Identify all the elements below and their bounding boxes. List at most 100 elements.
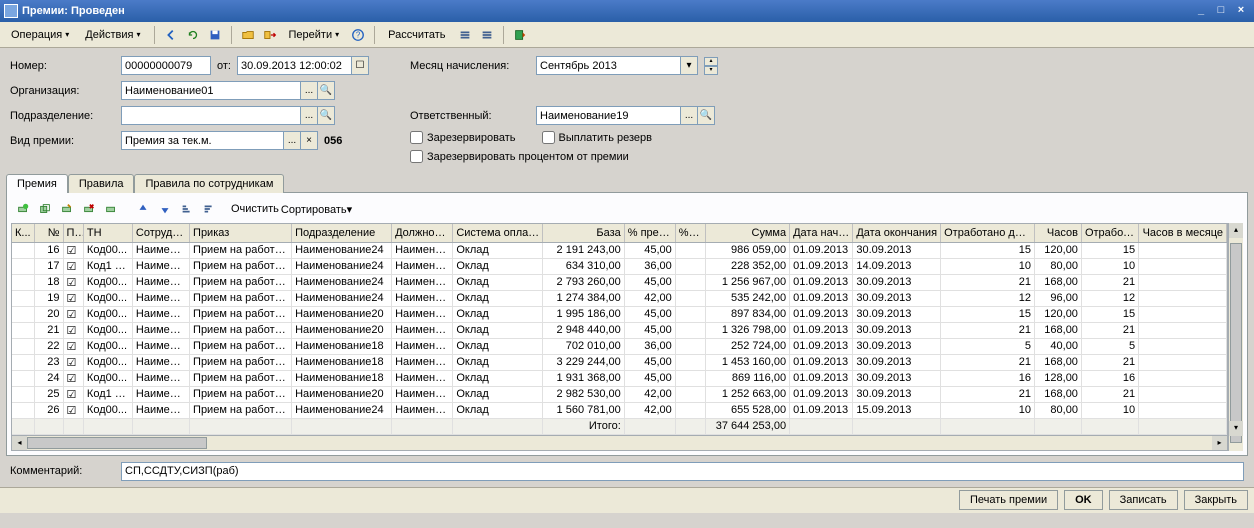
- bonus-grid: К...№ П...ТНСотрудникПриказПодразделение…: [11, 223, 1228, 451]
- tab-bonus[interactable]: Премия: [6, 174, 68, 193]
- subdiv-select-icon[interactable]: ...: [301, 106, 318, 125]
- sort-menu[interactable]: Сортировать▾: [281, 203, 352, 216]
- tab-rules[interactable]: Правила: [68, 174, 135, 193]
- col-header[interactable]: % премии: [624, 224, 675, 242]
- col-header[interactable]: Часов: [1035, 224, 1082, 242]
- comment-field[interactable]: [121, 462, 1244, 481]
- goto-menu[interactable]: Перейти▾: [282, 25, 347, 45]
- reservepct-checkbox[interactable]: Зарезервировать процентом от премии: [410, 150, 629, 163]
- col-header[interactable]: Отработано дней: [941, 224, 1035, 242]
- ok-button[interactable]: OK: [1064, 490, 1103, 510]
- help-icon[interactable]: ?: [348, 25, 368, 45]
- kind-field[interactable]: [121, 131, 284, 150]
- copy-move-icon[interactable]: [260, 25, 280, 45]
- export-icon[interactable]: [510, 25, 530, 45]
- resp-field[interactable]: [536, 106, 681, 125]
- actions-menu[interactable]: Действия▾: [78, 25, 147, 45]
- col-header[interactable]: База: [543, 224, 625, 242]
- org-field[interactable]: [121, 81, 301, 100]
- refresh-icon[interactable]: [183, 25, 203, 45]
- v-scrollbar[interactable]: ▴ ▾: [1228, 223, 1243, 451]
- subdiv-field[interactable]: [121, 106, 301, 125]
- kind-code-label: 056: [324, 135, 342, 147]
- list-icon-2[interactable]: [477, 25, 497, 45]
- table-row[interactable]: 22☑Код00...Наимено...Прием на работу ...…: [12, 338, 1227, 354]
- main-toolbar: Операция▾ Действия▾ Перейти▾ ? Рассчитат…: [0, 22, 1254, 48]
- col-header[interactable]: П...: [63, 224, 83, 242]
- col-header[interactable]: ТН: [83, 224, 132, 242]
- folder-icon[interactable]: [238, 25, 258, 45]
- col-header[interactable]: Приказ: [190, 224, 292, 242]
- table-row[interactable]: 20☑Код00...Наимено...Прием на работу ...…: [12, 306, 1227, 322]
- back-icon[interactable]: [161, 25, 181, 45]
- table-row[interactable]: 19☑Код00...Наимено...Прием на работу ...…: [12, 290, 1227, 306]
- form-panel: Номер: от: ☐ Организация: ... 🔍: [0, 48, 1254, 173]
- save-button[interactable]: Записать: [1109, 490, 1178, 510]
- copy-row-icon[interactable]: [35, 199, 55, 219]
- h-scrollbar[interactable]: ◂▸: [12, 435, 1227, 450]
- delete-row-icon[interactable]: [79, 199, 99, 219]
- resp-select-icon[interactable]: ...: [681, 106, 698, 125]
- table-row[interactable]: 26☑Код00...Наимено...Прием на работу ...…: [12, 402, 1227, 418]
- org-label: Организация:: [10, 85, 115, 97]
- col-header[interactable]: Сотрудник: [132, 224, 189, 242]
- kind-select-icon[interactable]: ...: [284, 131, 301, 150]
- operation-menu[interactable]: Операция▾: [4, 25, 76, 45]
- table-row[interactable]: 25☑Код1 0...Наимено...Прием на работу ..…: [12, 386, 1227, 402]
- col-header[interactable]: % л...: [675, 224, 706, 242]
- calculate-button[interactable]: Рассчитать: [381, 25, 452, 45]
- tab-bar: Премия Правила Правила по сотрудникам: [0, 174, 1254, 193]
- window-titlebar: Премии: Проведен _ □ ×: [0, 0, 1254, 22]
- window-title: Премии: Проведен: [22, 5, 1190, 17]
- col-header[interactable]: №: [34, 224, 63, 242]
- month-up-icon[interactable]: ▴: [704, 57, 718, 66]
- table-row[interactable]: 21☑Код00...Наимено...Прием на работу ...…: [12, 322, 1227, 338]
- table-row[interactable]: 24☑Код00...Наимено...Прием на работу ...…: [12, 370, 1227, 386]
- col-header[interactable]: Отработа...: [1081, 224, 1138, 242]
- col-header[interactable]: Дата окончания: [853, 224, 941, 242]
- maximize-button[interactable]: □: [1212, 3, 1230, 19]
- clear-button[interactable]: Очистить: [231, 203, 279, 215]
- table-row[interactable]: 18☑Код00...Наимено...Прием на работу ...…: [12, 274, 1227, 290]
- save-icon[interactable]: [205, 25, 225, 45]
- month-field[interactable]: [536, 56, 681, 75]
- close-button[interactable]: ×: [1232, 3, 1250, 19]
- print-button[interactable]: Печать премии: [959, 490, 1058, 510]
- col-header[interactable]: Должность: [392, 224, 453, 242]
- tab-rules-employees[interactable]: Правила по сотрудникам: [134, 174, 284, 193]
- from-label: от:: [217, 60, 231, 72]
- number-field[interactable]: [121, 56, 211, 75]
- close-form-button[interactable]: Закрыть: [1184, 490, 1248, 510]
- list-icon-1[interactable]: [455, 25, 475, 45]
- month-dropdown-icon[interactable]: ▾: [681, 56, 698, 75]
- month-down-icon[interactable]: ▾: [704, 66, 718, 75]
- comment-label: Комментарий:: [10, 465, 115, 477]
- org-select-icon[interactable]: ...: [301, 81, 318, 100]
- move-up-icon[interactable]: [133, 199, 153, 219]
- table-row[interactable]: 23☑Код00...Наимено...Прием на работу ...…: [12, 354, 1227, 370]
- edit-row-icon[interactable]: [57, 199, 77, 219]
- col-header[interactable]: Подразделение: [292, 224, 392, 242]
- table-row[interactable]: 17☑Код1 1...Наимено...Прием на работу ..…: [12, 258, 1227, 274]
- subdiv-open-icon[interactable]: 🔍: [318, 106, 335, 125]
- org-open-icon[interactable]: 🔍: [318, 81, 335, 100]
- col-header[interactable]: Система оплаты: [453, 224, 543, 242]
- move-down-icon[interactable]: [155, 199, 175, 219]
- add-row-icon[interactable]: [13, 199, 33, 219]
- kind-clear-icon[interactable]: ×: [301, 131, 318, 150]
- reserve-checkbox[interactable]: Зарезервировать: [410, 131, 516, 144]
- col-header[interactable]: К...: [12, 224, 34, 242]
- col-header[interactable]: Часов в месяце: [1139, 224, 1227, 242]
- date-picker-icon[interactable]: ☐: [352, 56, 369, 75]
- col-header[interactable]: Сумма: [706, 224, 790, 242]
- end-edit-icon[interactable]: [101, 199, 121, 219]
- minimize-button[interactable]: _: [1192, 3, 1210, 19]
- sort-asc-icon[interactable]: [177, 199, 197, 219]
- date-field[interactable]: [237, 56, 352, 75]
- payreserve-checkbox[interactable]: Выплатить резерв: [542, 131, 653, 144]
- col-header[interactable]: Дата нача...: [790, 224, 853, 242]
- month-label: Месяц начисления:: [410, 60, 530, 72]
- table-row[interactable]: 16☑Код00...Наимено...Прием на работу ...…: [12, 242, 1227, 258]
- resp-open-icon[interactable]: 🔍: [698, 106, 715, 125]
- sort-desc-icon[interactable]: [199, 199, 219, 219]
